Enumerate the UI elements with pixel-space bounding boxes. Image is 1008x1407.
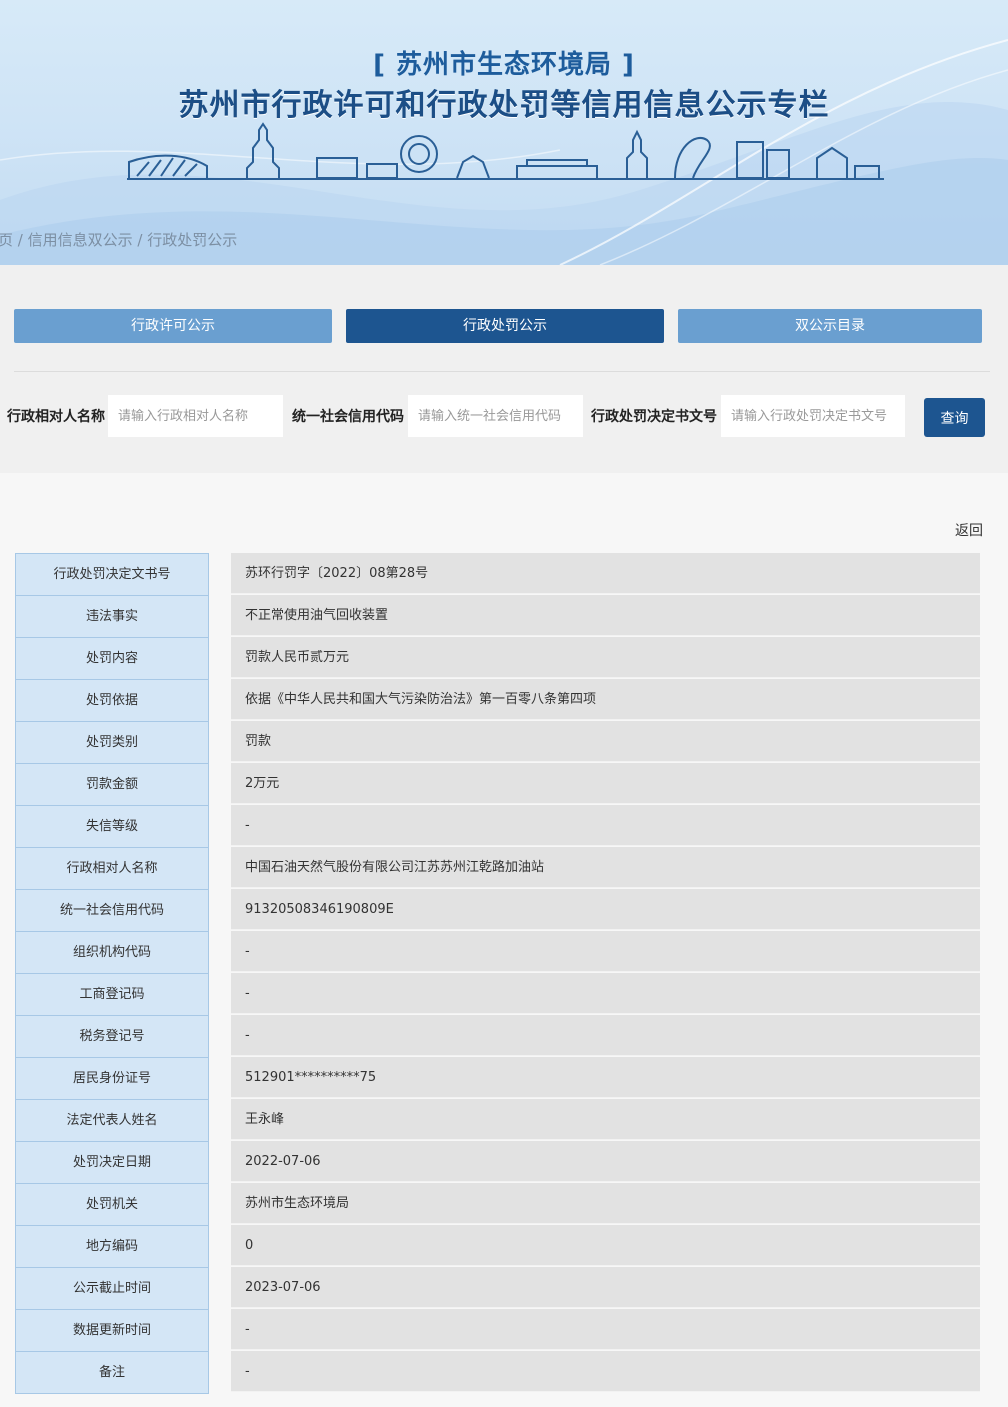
field-value: 苏环行罚字〔2022〕08第28号 <box>231 553 980 594</box>
table-row: 行政处罚决定文书号 苏环行罚字〔2022〕08第28号 <box>15 553 980 595</box>
field-value: - <box>231 931 980 972</box>
field-label: 地方编码 <box>15 1225 209 1267</box>
party-name-input[interactable] <box>108 395 283 437</box>
field-label: 处罚决定日期 <box>15 1141 209 1183</box>
credit-code-input[interactable] <box>408 395 583 437</box>
table-row: 地方编码 0 <box>15 1225 980 1267</box>
breadcrumb-current-page: 行政处罚公示 <box>147 231 238 249</box>
field-value: - <box>231 805 980 846</box>
field-label: 行政处罚决定文书号 <box>15 553 209 595</box>
field-label: 处罚内容 <box>15 637 209 679</box>
breadcrumb-separator: / <box>13 231 28 249</box>
divider <box>14 371 990 372</box>
field-value: 不正常使用油气回收装置 <box>231 595 980 636</box>
breadcrumb: 页 / 信用信息双公示 / 行政处罚公示 <box>0 229 237 250</box>
field-label: 统一社会信用代码 <box>15 889 209 931</box>
field-value: 王永峰 <box>231 1099 980 1140</box>
tab-disclosure-catalog[interactable]: 双公示目录 <box>678 309 982 343</box>
field-label: 工商登记码 <box>15 973 209 1015</box>
penalty-detail-table: 行政处罚决定文书号 苏环行罚字〔2022〕08第28号 违法事实 不正常使用油气回收装… <box>15 553 980 1394</box>
table-row: 工商登记码 - <box>15 973 980 1015</box>
field-value: 91320508346190809E <box>231 889 980 930</box>
tab-penalty-disclosure[interactable]: 行政处罚公示 <box>346 309 664 343</box>
field-label: 居民身份证号 <box>15 1057 209 1099</box>
table-row: 处罚依据 依据《中华人民共和国大气污染防治法》第一百零八条第四项 <box>15 679 980 721</box>
field-value: 罚款人民币贰万元 <box>231 637 980 678</box>
field-value: - <box>231 1309 980 1350</box>
table-row: 处罚机关 苏州市生态环境局 <box>15 1183 980 1225</box>
field-label: 备注 <box>15 1351 209 1394</box>
table-row: 违法事实 不正常使用油气回收装置 <box>15 595 980 637</box>
field-label: 数据更新时间 <box>15 1309 209 1351</box>
nav-search-panel: 行政许可公示 行政处罚公示 双公示目录 行政相对人名称 统一社会信用代码 行政处… <box>0 265 1008 473</box>
search-button[interactable]: 查询 <box>924 398 985 437</box>
decision-number-input[interactable] <box>721 395 905 437</box>
field-value: 罚款 <box>231 721 980 762</box>
field-value: 苏州市生态环境局 <box>231 1183 980 1224</box>
detail-content: 返回 行政处罚决定文书号 苏环行罚字〔2022〕08第28号 违法事实 不正常使用油气… <box>0 491 1008 1407</box>
search-label-decision-number: 行政处罚决定书文号 <box>591 409 717 425</box>
field-label: 法定代表人姓名 <box>15 1099 209 1141</box>
tab-license-disclosure[interactable]: 行政许可公示 <box>14 309 332 343</box>
breadcrumb-double-disclosure-link[interactable]: 信用信息双公示 <box>28 231 133 249</box>
field-label: 失信等级 <box>15 805 209 847</box>
field-label: 税务登记号 <box>15 1015 209 1057</box>
table-row: 处罚类别 罚款 <box>15 721 980 763</box>
table-row: 处罚内容 罚款人民币贰万元 <box>15 637 980 679</box>
breadcrumb-home-link[interactable]: 页 <box>0 231 13 249</box>
field-label: 处罚依据 <box>15 679 209 721</box>
table-row: 居民身份证号 512901**********75 <box>15 1057 980 1099</box>
field-label: 处罚机关 <box>15 1183 209 1225</box>
field-value: - <box>231 1351 980 1392</box>
field-value: 依据《中华人民共和国大气污染防治法》第一百零八条第四项 <box>231 679 980 720</box>
field-label: 行政相对人名称 <box>15 847 209 889</box>
field-value: 512901**********75 <box>231 1057 980 1098</box>
field-label: 公示截止时间 <box>15 1267 209 1309</box>
field-value: 2023-07-06 <box>231 1267 980 1308</box>
search-label-credit-code: 统一社会信用代码 <box>292 409 404 425</box>
field-label: 组织机构代码 <box>15 931 209 973</box>
field-value: 0 <box>231 1225 980 1266</box>
field-label: 违法事实 <box>15 595 209 637</box>
field-value: 2022-07-06 <box>231 1141 980 1182</box>
breadcrumb-separator: / <box>132 231 148 249</box>
field-label: 处罚类别 <box>15 721 209 763</box>
table-row: 数据更新时间 - <box>15 1309 980 1351</box>
table-row: 法定代表人姓名 王永峰 <box>15 1099 980 1141</box>
table-row: 处罚决定日期 2022-07-06 <box>15 1141 980 1183</box>
table-row: 税务登记号 - <box>15 1015 980 1057</box>
search-label-party-name: 行政相对人名称 <box>7 409 105 425</box>
header-banner: [ 苏州市生态环境局 ] 苏州市行政许可和行政处罚等信用信息公示专栏 页 / 信… <box>0 0 1008 265</box>
field-value: 中国石油天然气股份有限公司江苏苏州江乾路加油站 <box>231 847 980 888</box>
field-value: 2万元 <box>231 763 980 804</box>
table-row: 行政相对人名称 中国石油天然气股份有限公司江苏苏州江乾路加油站 <box>15 847 980 889</box>
table-row: 罚款金额 2万元 <box>15 763 980 805</box>
table-row: 备注 - <box>15 1351 980 1394</box>
table-row: 公示截止时间 2023-07-06 <box>15 1267 980 1309</box>
field-value: - <box>231 973 980 1014</box>
field-label: 罚款金额 <box>15 763 209 805</box>
table-row: 统一社会信用代码 91320508346190809E <box>15 889 980 931</box>
table-row: 组织机构代码 - <box>15 931 980 973</box>
back-link[interactable]: 返回 <box>955 520 983 540</box>
agency-name: [ 苏州市生态环境局 ] <box>373 50 635 80</box>
city-skyline-icon <box>127 122 884 180</box>
table-row: 失信等级 - <box>15 805 980 847</box>
field-value: - <box>231 1015 980 1056</box>
